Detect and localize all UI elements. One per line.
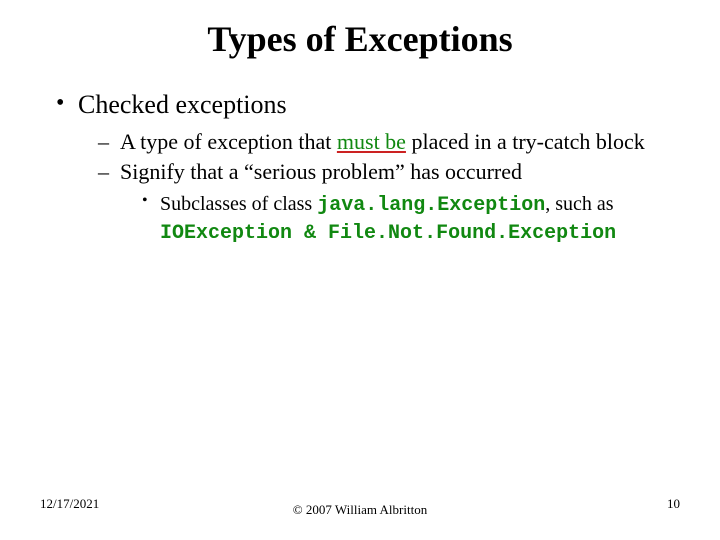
text-fragment: A type of exception that xyxy=(120,129,337,154)
bullet-list-level2: A type of exception that must be placed … xyxy=(78,128,680,247)
footer-copyright: © 2007 William Albritton xyxy=(0,502,720,518)
slide-title: Types of Exceptions xyxy=(40,18,680,60)
bullet-item-subclasses: Subclasses of class java.lang.Exception,… xyxy=(142,191,680,247)
code-filenotfound: File.Not.Found.Exception xyxy=(328,222,616,245)
bullet-item-signify: Signify that a “serious problem” has occ… xyxy=(98,158,680,248)
slide: Types of Exceptions Checked exceptions A… xyxy=(0,0,720,540)
text-ampersand: & xyxy=(292,222,328,245)
bullet-label: Checked exceptions xyxy=(78,90,287,119)
code-java-lang-exception: java.lang.Exception xyxy=(317,194,545,217)
bullet-item-checked-exceptions: Checked exceptions A type of exception t… xyxy=(50,90,680,247)
emphasis-must-be: must be xyxy=(337,129,406,154)
text-fragment: Signify that a “serious problem” has occ… xyxy=(120,159,522,184)
bullet-list-level3: Subclasses of class java.lang.Exception,… xyxy=(120,191,680,247)
text-fragment: Subclasses of class xyxy=(160,193,317,215)
text-fragment: placed in a try-catch block xyxy=(406,129,645,154)
bullet-item-must-be: A type of exception that must be placed … xyxy=(98,128,680,156)
bullet-list-level1: Checked exceptions A type of exception t… xyxy=(40,90,680,247)
text-fragment: , such as xyxy=(545,193,613,215)
code-ioexception: IOException xyxy=(160,222,292,245)
footer-page-number: 10 xyxy=(667,496,680,512)
